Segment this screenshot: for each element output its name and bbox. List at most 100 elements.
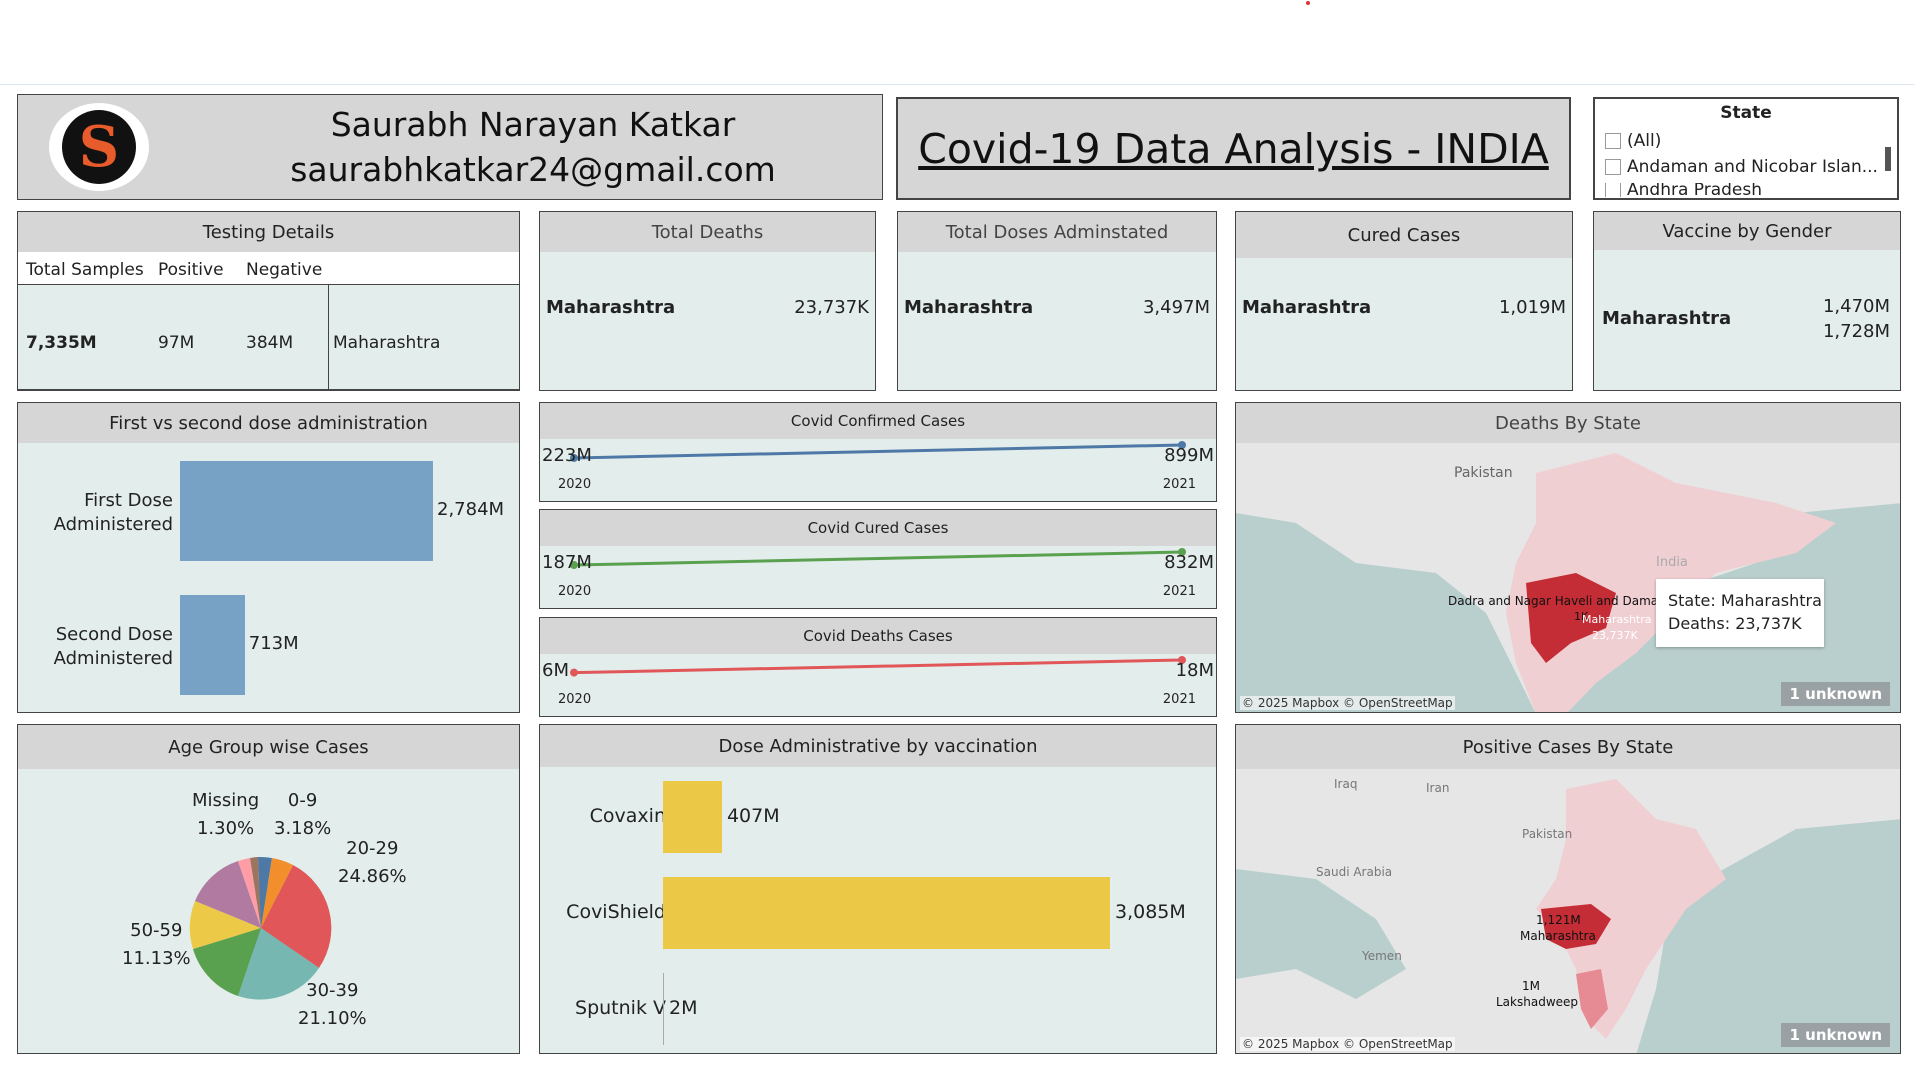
map-label-iran: Iran xyxy=(1426,781,1450,795)
deaths-map[interactable]: Pakistan India Dadra and Nagar Haveli an… xyxy=(1236,443,1900,712)
bar-label-first: First Dose Administered xyxy=(54,489,173,537)
value-total-samples: 7,335M xyxy=(26,333,97,353)
testing-header-row: Total Samples Positive Negative xyxy=(18,252,519,284)
pie-label-name: Missing xyxy=(192,790,260,811)
kpi-value: 23,737K xyxy=(794,296,869,318)
testing-details-panel: Testing Details Total Samples Positive N… xyxy=(17,211,520,391)
map-attribution[interactable]: © 2025 Mapbox © OpenStreetMap xyxy=(1240,1037,1455,1051)
unknown-badge[interactable]: 1 unknown xyxy=(1781,682,1890,706)
bar-label-line: Administered xyxy=(53,648,173,669)
value-negative: 384M xyxy=(246,333,294,353)
page-title: Covid-19 Data Analysis - INDIA xyxy=(918,124,1549,173)
state-option-andaman[interactable]: Andaman and Nicobar Islan... xyxy=(1605,157,1878,177)
state-option-label: Andaman and Nicobar Islan... xyxy=(1627,157,1878,177)
positive-map-title: Positive Cases By State xyxy=(1236,725,1900,769)
state-option-label: Andhra Pradesh xyxy=(1627,183,1763,197)
confirmed-trend-panel: Covid Confirmed Cases 223M 899M 2020 202… xyxy=(539,402,1217,502)
map-tooltip: State: Maharashtra Deaths: 23,737K xyxy=(1656,579,1824,647)
checkbox-icon[interactable] xyxy=(1605,133,1621,149)
total-doses-row: Maharashtra 3,497M xyxy=(904,272,1210,342)
pie-label-50-59: 50-59 11.13% xyxy=(122,917,191,973)
deaths-map-panel: Deaths By State Pakistan India Dadra and… xyxy=(1235,402,1901,713)
author-name: Saurabh Narayan Katkar xyxy=(330,105,736,144)
bar-value-sputnik: 2M xyxy=(669,997,698,1019)
bar-covaxin xyxy=(663,781,722,853)
map-label-india: India xyxy=(1656,555,1688,570)
total-doses-panel: Total Doses Adminstated Maharashtra 3,49… xyxy=(897,211,1217,391)
logo-letter: S xyxy=(78,114,120,180)
bar-value-second: 713M xyxy=(248,633,299,654)
cured-start-label: 187M xyxy=(542,552,592,573)
state-filter-title: State xyxy=(1720,103,1772,123)
confirmed-start-label: 223M xyxy=(542,445,592,466)
pie-label-pct: 24.86% xyxy=(338,866,407,887)
pie-label-name: 50-59 xyxy=(130,920,183,941)
confirmed-line xyxy=(573,443,1183,460)
bar-second-dose xyxy=(180,595,245,695)
map-label-yemen: Yemen xyxy=(1362,949,1402,963)
cured-x-2021: 2021 xyxy=(1162,584,1196,599)
vaccine-gender-panel: Vaccine by Gender Maharashtra 1,470M 1,7… xyxy=(1593,211,1901,391)
pie-label-name: 30-39 xyxy=(306,980,359,1001)
kpi-state: Maharashtra xyxy=(1242,296,1372,318)
deaths-map-title: Deaths By State xyxy=(1236,403,1900,443)
tooltip-state: State: Maharashtra xyxy=(1668,591,1822,610)
positive-map-shapes xyxy=(1236,769,1900,1053)
checkbox-icon[interactable] xyxy=(1605,183,1621,197)
kpi-state: Maharashtra xyxy=(904,296,1034,318)
pie-label-pct: 11.13% xyxy=(122,948,191,969)
map-label-lk-value: 1M xyxy=(1522,979,1540,993)
testing-table-body: 7,335M 97M 384M Maharashtra xyxy=(18,284,519,390)
bar-value-covishield: 3,085M xyxy=(1115,901,1186,923)
deaths-trend-title: Covid Deaths Cases xyxy=(540,618,1216,654)
positive-map[interactable]: Iraq Iran Pakistan Saudi Arabia Yemen 1,… xyxy=(1236,769,1900,1053)
vaccine-gender-value-2: 1,728M xyxy=(1822,321,1890,342)
logo: S xyxy=(49,103,149,191)
header-total-samples: Total Samples xyxy=(26,260,144,280)
pie-label-pct: 1.30% xyxy=(196,818,255,839)
total-doses-title: Total Doses Adminstated xyxy=(898,212,1216,252)
pie-label-name: 0-9 xyxy=(287,790,318,811)
bar-first-dose xyxy=(180,461,433,561)
scrollbar[interactable] xyxy=(1885,147,1891,171)
vaccine-label-sputnik: Sputnik V xyxy=(575,997,666,1019)
dose-admin-title: First vs second dose administration xyxy=(18,403,519,443)
bar-covishield xyxy=(663,877,1110,949)
vaccine-gender-title: Vaccine by Gender xyxy=(1594,212,1900,250)
author-panel: S Saurabh Narayan Katkar saurabhkatkar24… xyxy=(17,94,883,200)
deaths-end-label: 18M xyxy=(1175,660,1214,681)
map-label-pakistan: Pakistan xyxy=(1522,827,1573,841)
deaths-map-shapes xyxy=(1236,443,1900,712)
dose-admin-panel: First vs second dose administration Firs… xyxy=(17,402,520,713)
cured-line xyxy=(573,550,1183,567)
state-option-andhra[interactable]: Andhra Pradesh xyxy=(1605,183,1762,197)
value-positive: 97M xyxy=(158,333,195,353)
pie-label-pct: 21.10% xyxy=(298,1008,367,1029)
pie-label-name: 20-29 xyxy=(346,838,399,859)
map-label-mh: Maharashtra xyxy=(1582,613,1652,626)
divider xyxy=(0,84,1915,85)
map-label-iraq: Iraq xyxy=(1334,777,1358,791)
pie-label-30-39: 30-39 21.10% xyxy=(298,977,367,1033)
map-label-mh-value: 23,737K xyxy=(1592,629,1638,642)
header-positive: Positive xyxy=(158,260,224,280)
testing-state: Maharashtra xyxy=(333,333,441,353)
title-panel: Covid-19 Data Analysis - INDIA xyxy=(896,97,1571,200)
state-filter[interactable]: State (All) Andaman and Nicobar Islan...… xyxy=(1593,97,1899,200)
cured-trend-panel: Covid Cured Cases 187M 832M 2020 2021 xyxy=(539,509,1217,609)
map-attribution[interactable]: © 2025 Mapbox © OpenStreetMap xyxy=(1240,696,1455,710)
confirmed-end-label: 899M xyxy=(1164,445,1214,466)
total-deaths-title: Total Deaths xyxy=(540,212,875,252)
map-label-dadra: Dadra and Nagar Haveli and Dama xyxy=(1448,594,1659,608)
header-negative: Negative xyxy=(246,260,323,280)
unknown-badge[interactable]: 1 unknown xyxy=(1781,1023,1890,1047)
bar-label-second: Second Dose Administered xyxy=(54,623,173,671)
cured-cases-row: Maharashtra 1,019M xyxy=(1242,272,1566,342)
deaths-line xyxy=(573,658,1183,675)
deaths-x-2021: 2021 xyxy=(1162,692,1196,707)
pie-label-0-9: 0-9 3.18% xyxy=(274,787,331,843)
checkbox-icon[interactable] xyxy=(1605,159,1621,175)
state-option-all[interactable]: (All) xyxy=(1605,131,1661,151)
age-group-panel: Age Group wise Cases Missing 1.30% 0-9 3… xyxy=(17,724,520,1054)
deaths-point-start xyxy=(570,668,578,677)
